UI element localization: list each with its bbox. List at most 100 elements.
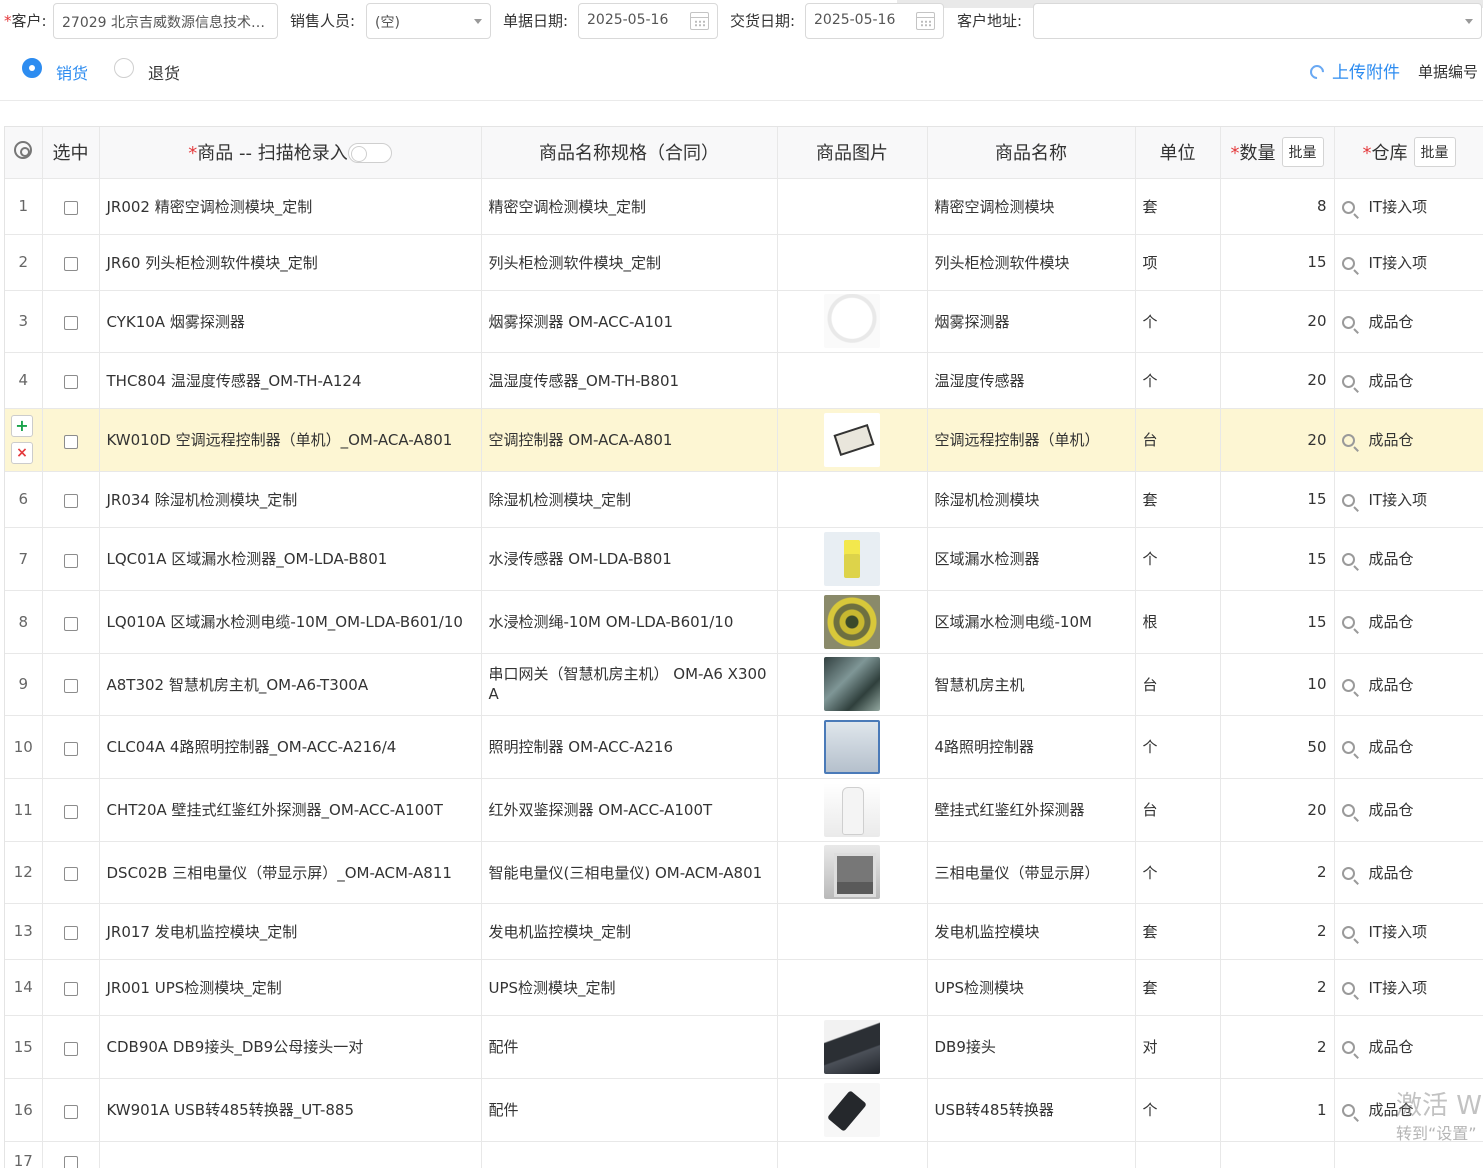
search-icon[interactable] [1341,1041,1355,1054]
warehouse-cell[interactable]: IT接入项 [1334,178,1483,235]
warehouse-cell[interactable]: IT接入项 [1334,234,1483,291]
table-row[interactable]: 16 KW901A USB转485转换器_UT-885 配件 USB转485转换器个 1… [5,1078,1483,1142]
search-icon[interactable] [1341,925,1355,939]
add-row-button[interactable]: + [11,414,33,437]
search-icon[interactable] [1341,981,1355,995]
product-thumbnail[interactable] [824,594,880,649]
product-cell[interactable]: DSC02B 三相电量仪（带显示屏）_OM-ACM-A811 [99,841,482,904]
spec-cell[interactable]: 空调控制器 OM-ACA-A801 [481,408,778,472]
product-cell[interactable]: JR017 发电机监控模块_定制 [99,903,482,960]
qty-cell[interactable]: 20 [1220,778,1335,842]
product-cell[interactable]: JR002 精密空调检测模块_定制 [99,178,482,235]
product-thumbnail[interactable] [824,845,880,899]
table-row[interactable]: 9 A8T302 智慧机房主机_OM-A6-T300A 串口网关（智慧机房主机） O… [5,653,1483,716]
spec-cell[interactable]: 发电机监控模块_定制 [481,903,778,960]
row-checkbox[interactable] [63,804,78,819]
warehouse-cell[interactable]: IT接入项 [1334,471,1483,528]
qty-cell[interactable]: 1 [1220,1078,1335,1142]
warehouse-batch-button[interactable]: 批量 [1413,137,1456,168]
search-icon[interactable] [1341,866,1355,880]
qty-cell[interactable]: 10 [1220,653,1335,716]
product-cell[interactable]: KW010D 空调远程控制器（单机）_OM-ACA-A801 [99,408,482,472]
search-icon[interactable] [1341,493,1355,507]
warehouse-cell[interactable]: 成品仓 [1334,290,1483,353]
address-select[interactable] [1033,3,1482,39]
warehouse-cell[interactable] [1334,1141,1483,1168]
row-checkbox[interactable] [63,494,78,508]
row-checkbox[interactable] [63,982,78,996]
qty-cell[interactable]: 15 [1220,527,1335,591]
qty-batch-button[interactable]: 批量 [1281,137,1324,168]
warehouse-cell[interactable]: 成品仓 [1334,715,1483,779]
row-checkbox[interactable] [63,375,78,389]
qty-cell[interactable]: 50 [1220,715,1335,779]
product-cell[interactable]: JR034 除湿机检测模块_定制 [99,471,482,528]
qty-cell[interactable] [1220,1141,1335,1168]
search-icon[interactable] [1341,678,1355,692]
search-icon[interactable] [1341,741,1355,754]
delivery-date-field[interactable]: 2025-05-16 [805,3,944,39]
row-checkbox[interactable] [63,741,78,756]
search-icon[interactable] [1341,1104,1355,1117]
spec-cell[interactable]: 精密空调检测模块_定制 [481,178,778,235]
delete-row-button[interactable]: × [11,441,33,464]
qty-cell[interactable]: 15 [1220,590,1335,654]
row-checkbox[interactable] [63,553,78,568]
upload-attachment-link[interactable]: 上传附件 [1307,58,1400,83]
spec-cell[interactable]: 烟雾探测器 OM-ACC-A101 [481,290,778,353]
warehouse-cell[interactable]: 成品仓 [1334,778,1483,842]
spec-cell[interactable]: 照明控制器 OM-ACC-A216 [481,715,778,779]
table-row[interactable]: 14 JR001 UPS检测模块_定制 UPS检测模块_定制 UPS检测模块套 2 IT接… [5,959,1483,1016]
warehouse-cell[interactable]: 成品仓 [1334,841,1483,904]
settings-icon[interactable] [14,140,33,159]
product-thumbnail[interactable] [824,1082,880,1137]
row-checkbox[interactable] [63,434,78,449]
row-checkbox[interactable] [63,867,78,881]
spec-cell[interactable]: 红外双鉴探测器 OM-ACC-A100T [481,778,778,842]
product-cell[interactable]: KW901A USB转485转换器_UT-885 [99,1078,482,1142]
table-row[interactable]: + × KW010D 空调远程控制器（单机）_OM-ACA-A801 空调控制器 OM… [5,408,1483,472]
spec-cell[interactable]: 智能电量仪(三相电量仪) OM-ACM-A801 [481,841,778,904]
warehouse-cell[interactable]: 成品仓 [1334,1015,1483,1079]
product-thumbnail[interactable] [824,294,880,348]
spec-cell[interactable]: UPS检测模块_定制 [481,959,778,1016]
search-icon[interactable] [1341,434,1355,447]
product-thumbnail[interactable] [824,531,880,586]
table-row[interactable]: 11 CHT20A 壁挂式红鉴红外探测器_OM-ACC-A100T 红外双鉴探测器 … [5,778,1483,842]
product-cell[interactable]: LQ010A 区域漏水检测电缆-10M_OM-LDA-B601/10 [99,590,482,654]
customer-field[interactable]: 27029 北京吉威数源信息技术… [53,3,278,39]
column-settings[interactable] [5,127,43,179]
product-thumbnail[interactable] [824,782,880,837]
row-checkbox[interactable] [63,926,78,940]
warehouse-cell[interactable]: IT接入项 [1334,903,1483,960]
qty-cell[interactable]: 15 [1220,471,1335,528]
product-thumbnail[interactable] [824,657,880,711]
qty-cell[interactable]: 15 [1220,234,1335,291]
search-icon[interactable] [1341,553,1355,566]
product-cell[interactable]: JR60 列头柜检测软件模块_定制 [99,234,482,291]
qty-cell[interactable]: 20 [1220,352,1335,409]
product-cell[interactable]: JR001 UPS检测模块_定制 [99,959,482,1016]
warehouse-cell[interactable]: 成品仓 [1334,590,1483,654]
product-cell[interactable] [99,1141,482,1168]
table-row[interactable]: 7 LQC01A 区域漏水检测器_OM-LDA-B801 水浸传感器 OM-LDA-… [5,527,1483,591]
table-row[interactable]: 1 JR002 精密空调检测模块_定制 精密空调检测模块_定制 精密空调检测模块套 8 I… [5,178,1483,235]
radio-return[interactable] [114,58,134,78]
spec-cell[interactable]: 列头柜检测软件模块_定制 [481,234,778,291]
qty-cell[interactable]: 2 [1220,841,1335,904]
search-icon[interactable] [1341,256,1355,270]
product-cell[interactable]: LQC01A 区域漏水检测器_OM-LDA-B801 [99,527,482,591]
qty-cell[interactable]: 2 [1220,1015,1335,1079]
row-checkbox[interactable] [63,1104,78,1119]
radio-return-label[interactable]: 退货 [148,60,180,84]
product-cell[interactable]: CYK10A 烟雾探测器 [99,290,482,353]
calendar-icon[interactable] [916,12,935,30]
spec-cell[interactable]: 温湿度传感器_OM-TH-B801 [481,352,778,409]
table-row[interactable]: 8 LQ010A 区域漏水检测电缆-10M_OM-LDA-B601/10 水浸检测绳… [5,590,1483,654]
product-cell[interactable]: CHT20A 壁挂式红鉴红外探测器_OM-ACC-A100T [99,778,482,842]
row-checkbox[interactable] [63,1041,78,1056]
table-row[interactable]: 3 CYK10A 烟雾探测器 烟雾探测器 OM-ACC-A101 烟雾探测器个 20 成品… [5,290,1483,353]
warehouse-cell[interactable]: 成品仓 [1334,408,1483,472]
search-icon[interactable] [1341,315,1355,329]
table-row[interactable]: 4 THC804 温湿度传感器_OM-TH-A124 温湿度传感器_OM-TH-B8… [5,352,1483,409]
